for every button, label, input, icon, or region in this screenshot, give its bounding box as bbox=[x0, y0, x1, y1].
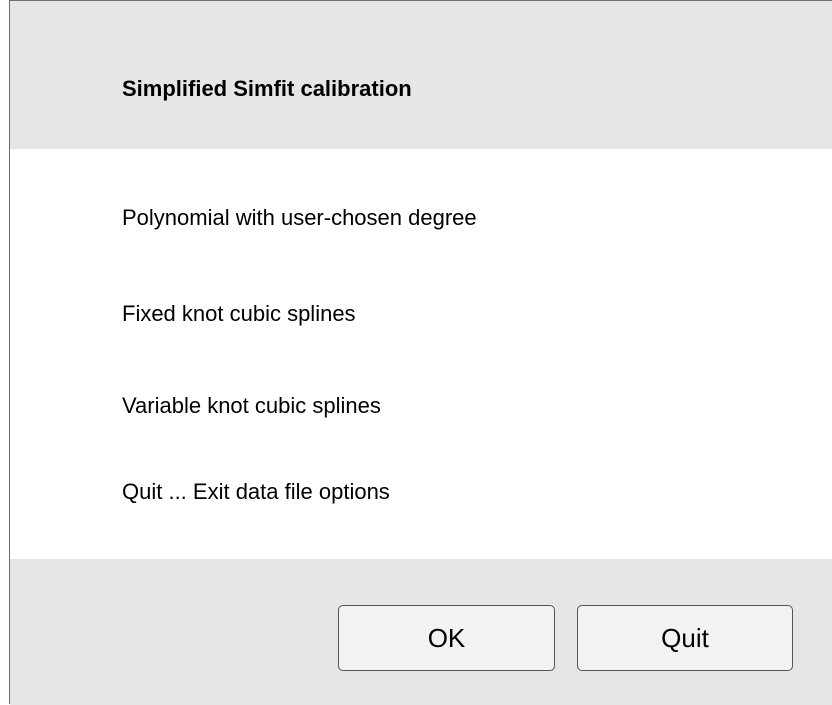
option-polynomial[interactable]: Polynomial with user-chosen degree bbox=[122, 205, 477, 231]
quit-button[interactable]: Quit bbox=[577, 605, 793, 671]
dialog-title: Simplified Simfit calibration bbox=[122, 76, 412, 101]
option-quit-exit[interactable]: Quit ... Exit data file options bbox=[122, 479, 390, 505]
dialog-footer: OK Quit bbox=[10, 559, 832, 705]
options-list: Polynomial with user-chosen degree Fixed… bbox=[10, 149, 832, 559]
option-variable-knot-splines[interactable]: Variable knot cubic splines bbox=[122, 393, 381, 419]
dialog-header: Simplified Simfit calibration bbox=[10, 1, 832, 149]
option-fixed-knot-splines[interactable]: Fixed knot cubic splines bbox=[122, 301, 356, 327]
calibration-dialog: Simplified Simfit calibration Polynomial… bbox=[9, 0, 832, 705]
ok-button[interactable]: OK bbox=[338, 605, 555, 671]
